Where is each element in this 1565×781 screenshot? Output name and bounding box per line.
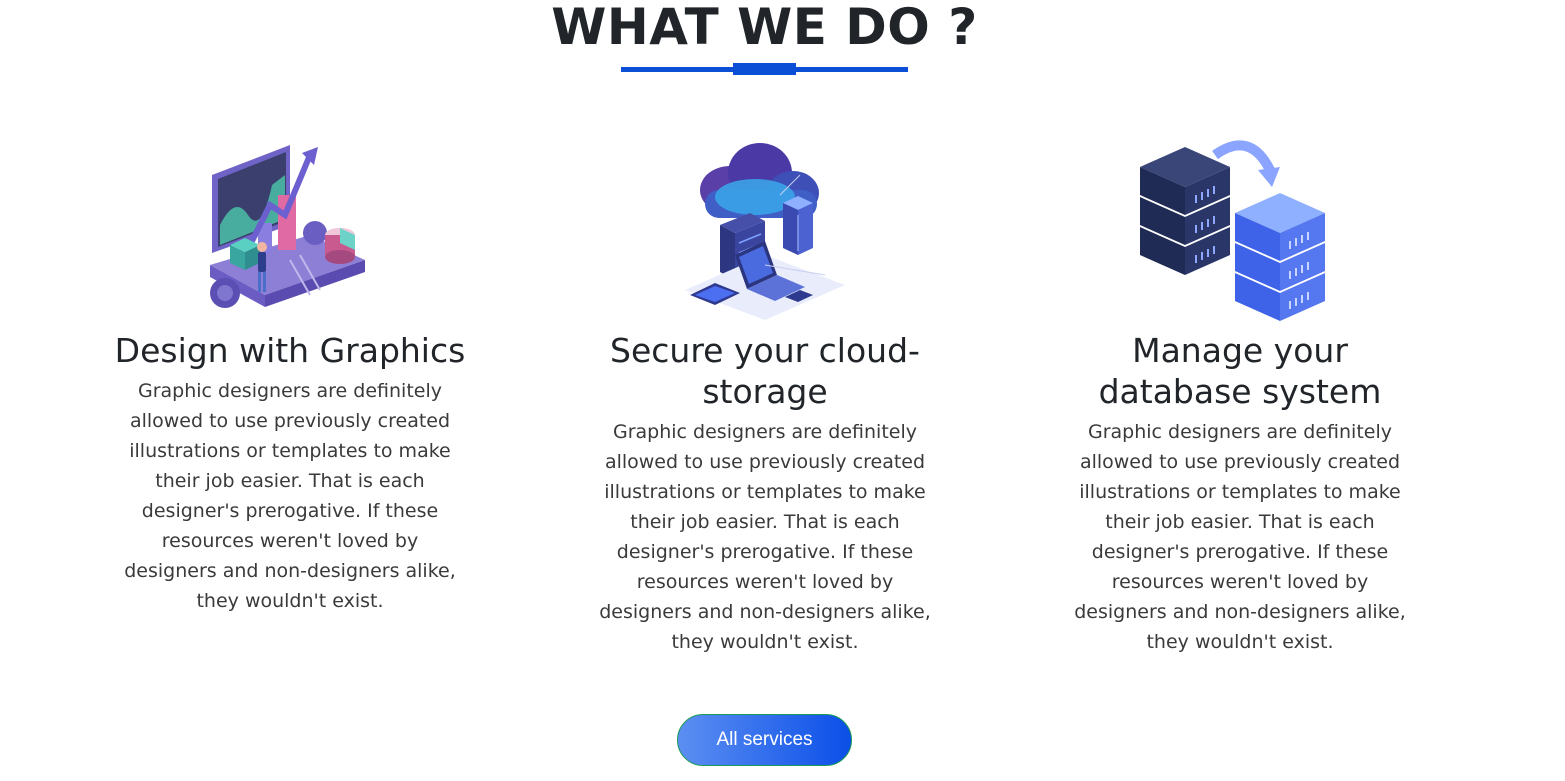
- what-we-do-section: WHAT WE DO ? Design with Graphics Graphi…: [0, 0, 1565, 781]
- card-title: Manage your database system: [1098, 331, 1382, 411]
- design-graphics-illustration-icon: [210, 145, 365, 308]
- card-title: Secure your cloud-storage: [610, 331, 920, 411]
- service-card-cloud: Secure your cloud-storage Graphic design…: [585, 135, 945, 657]
- title-underline-accent: [733, 63, 796, 75]
- card-title: Design with Graphics: [114, 331, 466, 370]
- cloud-storage-illustration-icon: [685, 143, 845, 320]
- all-services-button[interactable]: All services: [677, 714, 852, 766]
- card-description: Graphic designers are definitely allowed…: [124, 380, 456, 612]
- card-description: Graphic designers are definitely allowed…: [599, 421, 931, 653]
- section-title: WHAT WE DO ?: [551, 0, 978, 56]
- service-card-design: Design with Graphics Graphic designers a…: [110, 135, 470, 616]
- card-description: Graphic designers are definitely allowed…: [1074, 421, 1406, 653]
- service-card-database: Manage your database system Graphic desi…: [1060, 135, 1420, 657]
- database-servers-illustration-icon: [1140, 140, 1325, 321]
